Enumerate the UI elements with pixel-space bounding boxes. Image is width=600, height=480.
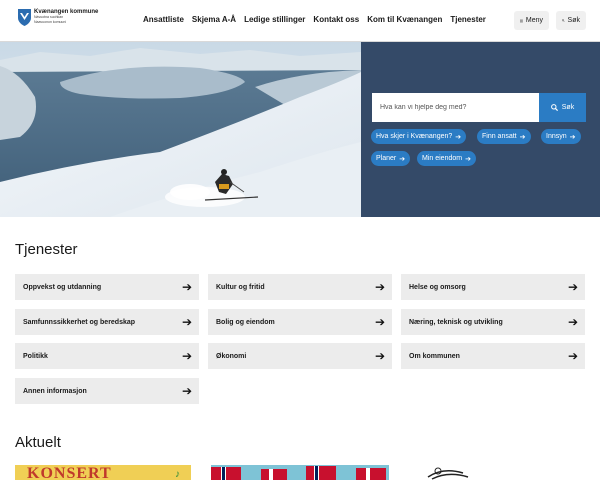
service-tile[interactable]: Annen informasjon ➔ — [15, 378, 199, 404]
service-label: Næring, teknisk og utvikling — [409, 318, 503, 326]
main-nav: Ansattliste Skjema A-Å Ledige stillinger… — [143, 15, 486, 24]
arrow-right-icon: ➔ — [181, 280, 192, 294]
hero-search-button[interactable]: Søk — [539, 93, 586, 122]
news-card-image[interactable] — [408, 465, 584, 480]
nav-kontakt-oss[interactable]: Kontakt oss — [313, 15, 359, 24]
arrow-right-icon: ➔ — [374, 315, 385, 329]
service-tile[interactable]: Økonomi ➔ — [208, 343, 392, 369]
hero-image-skier — [0, 42, 361, 217]
nav-ledige-stillinger[interactable]: Ledige stillinger — [244, 15, 305, 24]
arrow-right-icon: ➔ — [465, 155, 471, 163]
menu-button[interactable]: Meny — [514, 11, 549, 30]
coat-of-arms-icon — [18, 9, 31, 26]
nav-ansattliste[interactable]: Ansattliste — [143, 15, 184, 24]
menu-label: Meny — [525, 17, 543, 24]
chip-hva-skjer[interactable]: Hva skjer i Kvænangen? ➔ — [371, 129, 467, 144]
concert-poster-image: KONSERT ♪ — [15, 465, 191, 480]
chip-label: Planer — [376, 155, 397, 162]
arrow-right-icon: ➔ — [569, 133, 576, 141]
nav-skjema[interactable]: Skjema A-Å — [192, 15, 236, 24]
service-label: Kultur og fritid — [216, 283, 265, 291]
arrow-right-icon: ➔ — [399, 155, 406, 163]
search-icon — [550, 104, 558, 111]
arrow-right-icon: ➔ — [567, 315, 578, 329]
service-label: Økonomi — [216, 352, 247, 360]
flags-image — [211, 465, 389, 480]
service-tile[interactable]: Bolig og eiendom ➔ — [208, 309, 392, 335]
chip-label: Hva skjer i Kvænangen? — [376, 133, 453, 140]
arrow-right-icon: ➔ — [181, 315, 192, 329]
service-tile[interactable]: Politikk ➔ — [15, 343, 199, 369]
service-tile[interactable]: Helse og omsorg ➔ — [401, 274, 585, 300]
chip-label: Min eiendom — [422, 155, 463, 162]
chip-label: Innsyn — [546, 133, 567, 140]
hero: Søk Hva skjer i Kvænangen?➔ Finn ansatt➔… — [0, 42, 600, 217]
arrow-right-icon: ➔ — [567, 349, 578, 363]
chip-planer[interactable]: Planer ➔ — [371, 151, 411, 166]
service-label: Annen informasjon — [23, 387, 87, 395]
logo-subtitle-1: Návuotna suohkan — [34, 15, 64, 19]
search-icon — [562, 19, 565, 22]
news-card-image[interactable]: KONSERT ♪ — [15, 465, 191, 480]
service-tile[interactable]: Oppvekst og utdanning ➔ — [15, 274, 199, 300]
service-label: Samfunnssikkerhet og beredskap — [23, 318, 136, 326]
chip-min-eiendom[interactable]: Min eiendom ➔ — [417, 151, 476, 166]
chip-label: Finn ansatt — [482, 133, 517, 140]
service-label: Bolig og eiendom — [216, 318, 275, 326]
service-tile[interactable]: Samfunnssikkerhet og beredskap ➔ — [15, 309, 199, 335]
svg-text:♪: ♪ — [175, 469, 180, 480]
hero-search-label: Søk — [561, 104, 575, 111]
services-title: Tjenester — [15, 241, 78, 258]
chip-innsyn[interactable]: Innsyn ➔ — [541, 129, 581, 144]
site-header: Kvænangen kommune Návuotna suohkan Naavu… — [0, 0, 600, 42]
chip-finn-ansatt[interactable]: Finn ansatt ➔ — [477, 129, 531, 144]
illustration-image — [408, 465, 584, 480]
header-search-label: Søk — [567, 17, 580, 24]
logo[interactable]: Kvænangen kommune Návuotna suohkan Naavu… — [18, 9, 98, 26]
arrow-right-icon: ➔ — [374, 349, 385, 363]
arrow-right-icon: ➔ — [567, 280, 578, 294]
service-label: Oppvekst og utdanning — [23, 283, 102, 291]
arrow-right-icon: ➔ — [519, 133, 526, 141]
nav-kom-til-kvaenangen[interactable]: Kom til Kvænangen — [367, 15, 442, 24]
service-tile[interactable]: Om kommunen ➔ — [401, 343, 585, 369]
news-title: Aktuelt — [15, 434, 61, 451]
arrow-right-icon: ➔ — [181, 349, 192, 363]
service-tile[interactable]: Kultur og fritid ➔ — [208, 274, 392, 300]
service-label: Helse og omsorg — [409, 283, 466, 291]
arrow-right-icon: ➔ — [374, 280, 385, 294]
poster-text: KONSERT — [27, 465, 112, 480]
service-label: Politikk — [23, 352, 48, 360]
service-tile[interactable]: Næring, teknisk og utvikling ➔ — [401, 309, 585, 335]
logo-subtitle-2: Naavuonon komuuni — [34, 19, 67, 24]
news-card-image[interactable] — [211, 465, 389, 480]
hero-search-panel: Søk Hva skjer i Kvænangen?➔ Finn ansatt➔… — [361, 42, 600, 217]
arrow-right-icon: ➔ — [455, 133, 462, 141]
nav-tjenester[interactable]: Tjenester — [450, 15, 486, 24]
hamburger-icon — [520, 19, 523, 22]
header-search-button[interactable]: Søk — [556, 11, 586, 30]
arrow-right-icon: ➔ — [181, 384, 192, 398]
hero-search-input[interactable] — [372, 93, 539, 122]
service-label: Om kommunen — [409, 352, 460, 360]
